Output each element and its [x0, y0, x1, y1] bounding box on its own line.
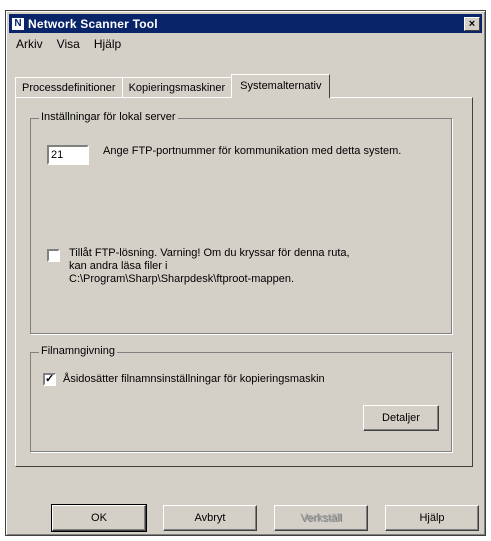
app-icon: N [12, 17, 24, 30]
local-server-group: Inställningar för lokal server Ange FTP-… [30, 111, 452, 334]
cancel-button[interactable]: Avbryt [163, 505, 257, 531]
menu-bar: Arkiv Visa Hjälp [10, 36, 123, 54]
local-server-group-title: Inställningar för lokal server [39, 111, 178, 123]
filename-group: Filnamngivning ✓ Åsidosätter filnamnsins… [30, 345, 452, 452]
apply-button[interactable]: Verkställ [274, 505, 368, 531]
menu-hjalp[interactable]: Hjälp [92, 36, 123, 54]
ftp-port-description: Ange FTP-portnummer för kommunikation me… [103, 145, 402, 157]
ftp-permission-checkbox[interactable] [47, 249, 60, 262]
ftp-permission-label-line1: Tillåt FTP-lösning. Varning! Om du kryss… [69, 247, 350, 259]
title-bar[interactable]: N Network Scanner Tool × [9, 14, 482, 33]
filename-group-title: Filnamngivning [39, 345, 117, 357]
tab-strip: Processdefinitioner Kopieringsmaskiner S… [15, 73, 331, 98]
ok-button[interactable]: OK [51, 504, 147, 532]
help-button[interactable]: Hjälp [385, 505, 479, 531]
ftp-permission-label-line2: kan andra läsa filer i [69, 260, 168, 272]
ftp-permission-label[interactable]: Tillåt FTP-lösning. Varning! Om du kryss… [69, 247, 449, 286]
window-title: Network Scanner Tool [28, 16, 158, 31]
checkmark-icon: ✓ [45, 373, 55, 385]
override-naming-label[interactable]: Åsidosätter filnamnsinställningar för ko… [63, 373, 443, 386]
tab-kopieringsmaskiner[interactable]: Kopieringsmaskiner [121, 77, 233, 97]
app-window: N Network Scanner Tool × Arkiv Visa Hjäl… [5, 10, 486, 536]
ftp-permission-label-line3: C:\Program\Sharp\Sharpdesk\ftproot-mappe… [69, 273, 295, 285]
details-button[interactable]: Detaljer [363, 405, 439, 431]
tab-systemalternativ[interactable]: Systemalternativ [231, 74, 331, 98]
override-naming-checkbox[interactable]: ✓ [43, 373, 56, 386]
close-icon[interactable]: × [464, 16, 480, 31]
menu-arkiv[interactable]: Arkiv [14, 36, 45, 54]
tab-processdefinitioner[interactable]: Processdefinitioner [15, 77, 123, 97]
ftp-port-input[interactable] [47, 145, 89, 165]
menu-visa[interactable]: Visa [55, 36, 82, 54]
tab-panel: Inställningar för lokal server Ange FTP-… [15, 97, 473, 467]
